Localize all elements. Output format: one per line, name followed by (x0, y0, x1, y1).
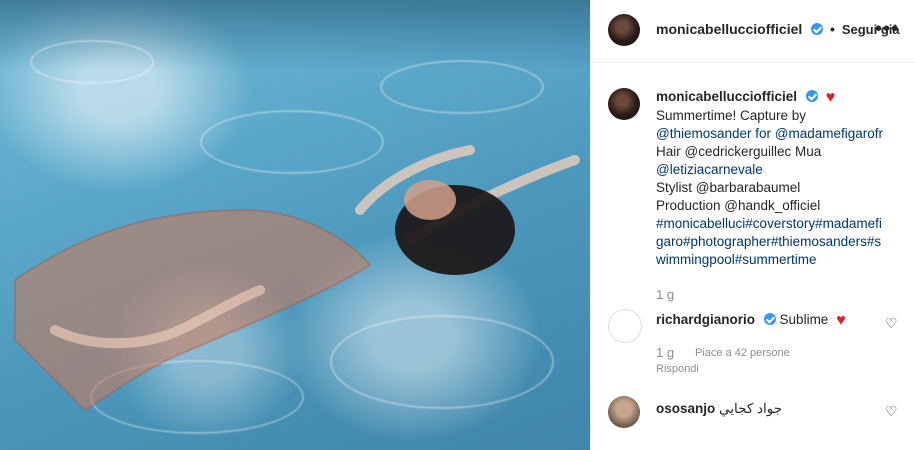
heart-icon: ♥ (836, 312, 846, 329)
comment-avatar[interactable] (608, 396, 640, 428)
caption-line[interactable]: @letiziacarnevale (656, 161, 896, 179)
caption-line: Summertime! Capture by (656, 108, 807, 123)
caption-hashtags-line[interactable]: garo#photographer#thiemosanders#s (656, 233, 896, 251)
post-dialog: monicabellucciofficiel • Segui già ••• m… (0, 0, 914, 450)
comment-username[interactable]: ososanjo (656, 401, 715, 416)
post-details-panel: monicabellucciofficiel • Segui già ••• m… (590, 0, 914, 450)
profile-avatar[interactable] (608, 14, 640, 46)
caption: monicabellucciofficiel ♥ Summertime! Cap… (656, 88, 896, 269)
like-icon[interactable]: ♡ (885, 404, 898, 418)
subject-illustration (14, 145, 580, 412)
more-icon[interactable]: ••• (875, 18, 899, 41)
caption-user-row: monicabellucciofficiel ♥ (656, 88, 896, 107)
caption-line: Hair @cedrickerguillec Mua (656, 144, 822, 159)
verified-icon (805, 90, 818, 102)
comment-text: Sublime (779, 312, 829, 327)
like-icon[interactable]: ♡ (885, 316, 898, 330)
caption-username[interactable]: monicabellucciofficiel (656, 89, 797, 104)
comment-time: 1 g (656, 345, 675, 360)
comment-text: جواد كجايي (719, 401, 783, 416)
comment-2: ososanjo جواد كجايي (656, 401, 782, 417)
verified-icon (811, 23, 824, 35)
caption-avatar[interactable] (608, 88, 640, 120)
separator-dot: • (830, 21, 835, 37)
comment-likes[interactable]: Piace a 42 persone (695, 347, 790, 359)
comment-1: richardgianorio Sublime ♥ (656, 312, 846, 330)
post-photo[interactable] (0, 0, 590, 450)
verified-icon (763, 313, 776, 325)
header-username[interactable]: monicabellucciofficiel (656, 21, 802, 37)
reply-button[interactable]: Rispondi (656, 363, 699, 375)
caption-hashtags-line[interactable]: wimmingpool#summertime (656, 251, 896, 269)
caption-hashtags-line[interactable]: #monicabelluci#coverstory#madamefi (656, 215, 896, 233)
header-user-row: monicabellucciofficiel • Segui già (656, 21, 900, 37)
caption-line: Stylist @barbarabaumel (656, 180, 801, 195)
caption-time: 1 g (656, 287, 675, 302)
heart-icon: ♥ (825, 89, 836, 106)
caption-line[interactable]: @thiemosander for @madamefigarofr (656, 125, 896, 143)
post-header: monicabellucciofficiel • Segui già ••• (591, 0, 914, 63)
caption-line: Production @handk_officiel (656, 198, 821, 213)
comment-username[interactable]: richardgianorio (656, 312, 755, 327)
comment-avatar[interactable] (608, 309, 642, 343)
